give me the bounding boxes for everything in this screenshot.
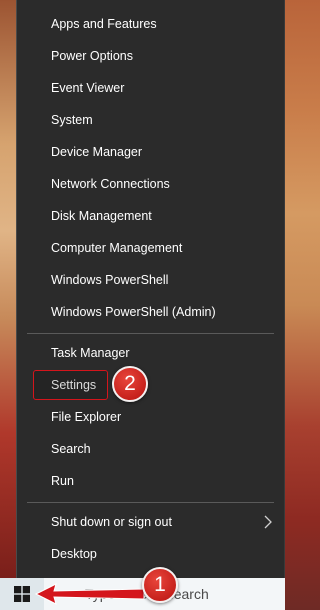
step-1-badge: 1: [142, 567, 178, 603]
menu-item-disk-management[interactable]: Disk Management: [17, 200, 284, 232]
arrow-left-icon: [34, 583, 145, 605]
menu-separator: [27, 502, 274, 503]
menu-item-windows-powershell[interactable]: Windows PowerShell: [17, 264, 284, 296]
menu-item-desktop[interactable]: Desktop: [17, 538, 284, 570]
step-2-badge: 2: [112, 366, 148, 402]
menu-item-windows-powershell-admin[interactable]: Windows PowerShell (Admin): [17, 296, 284, 328]
menu-item-power-options[interactable]: Power Options: [17, 40, 284, 72]
menu-item-computer-management[interactable]: Computer Management: [17, 232, 284, 264]
menu-item-task-manager[interactable]: Task Manager: [17, 337, 284, 369]
menu-item-device-manager[interactable]: Device Manager: [17, 136, 284, 168]
menu-item-apps-and-features[interactable]: Apps and Features: [17, 8, 284, 40]
winx-context-menu: Apps and Features Power Options Event Vi…: [16, 0, 285, 578]
menu-item-search[interactable]: Search: [17, 433, 284, 465]
settings-highlight-box: [33, 370, 108, 400]
menu-item-network-connections[interactable]: Network Connections: [17, 168, 284, 200]
menu-item-event-viewer[interactable]: Event Viewer: [17, 72, 284, 104]
menu-item-shut-down-or-sign-out[interactable]: Shut down or sign out: [17, 506, 284, 538]
menu-item-label: Shut down or sign out: [51, 515, 172, 529]
desktop-wallpaper: [0, 0, 16, 578]
menu-separator: [27, 333, 274, 334]
menu-item-file-explorer[interactable]: File Explorer: [17, 401, 284, 433]
chevron-right-icon: [264, 515, 272, 529]
menu-item-system[interactable]: System: [17, 104, 284, 136]
windows-logo-icon: [14, 586, 30, 602]
menu-item-run[interactable]: Run: [17, 465, 284, 497]
